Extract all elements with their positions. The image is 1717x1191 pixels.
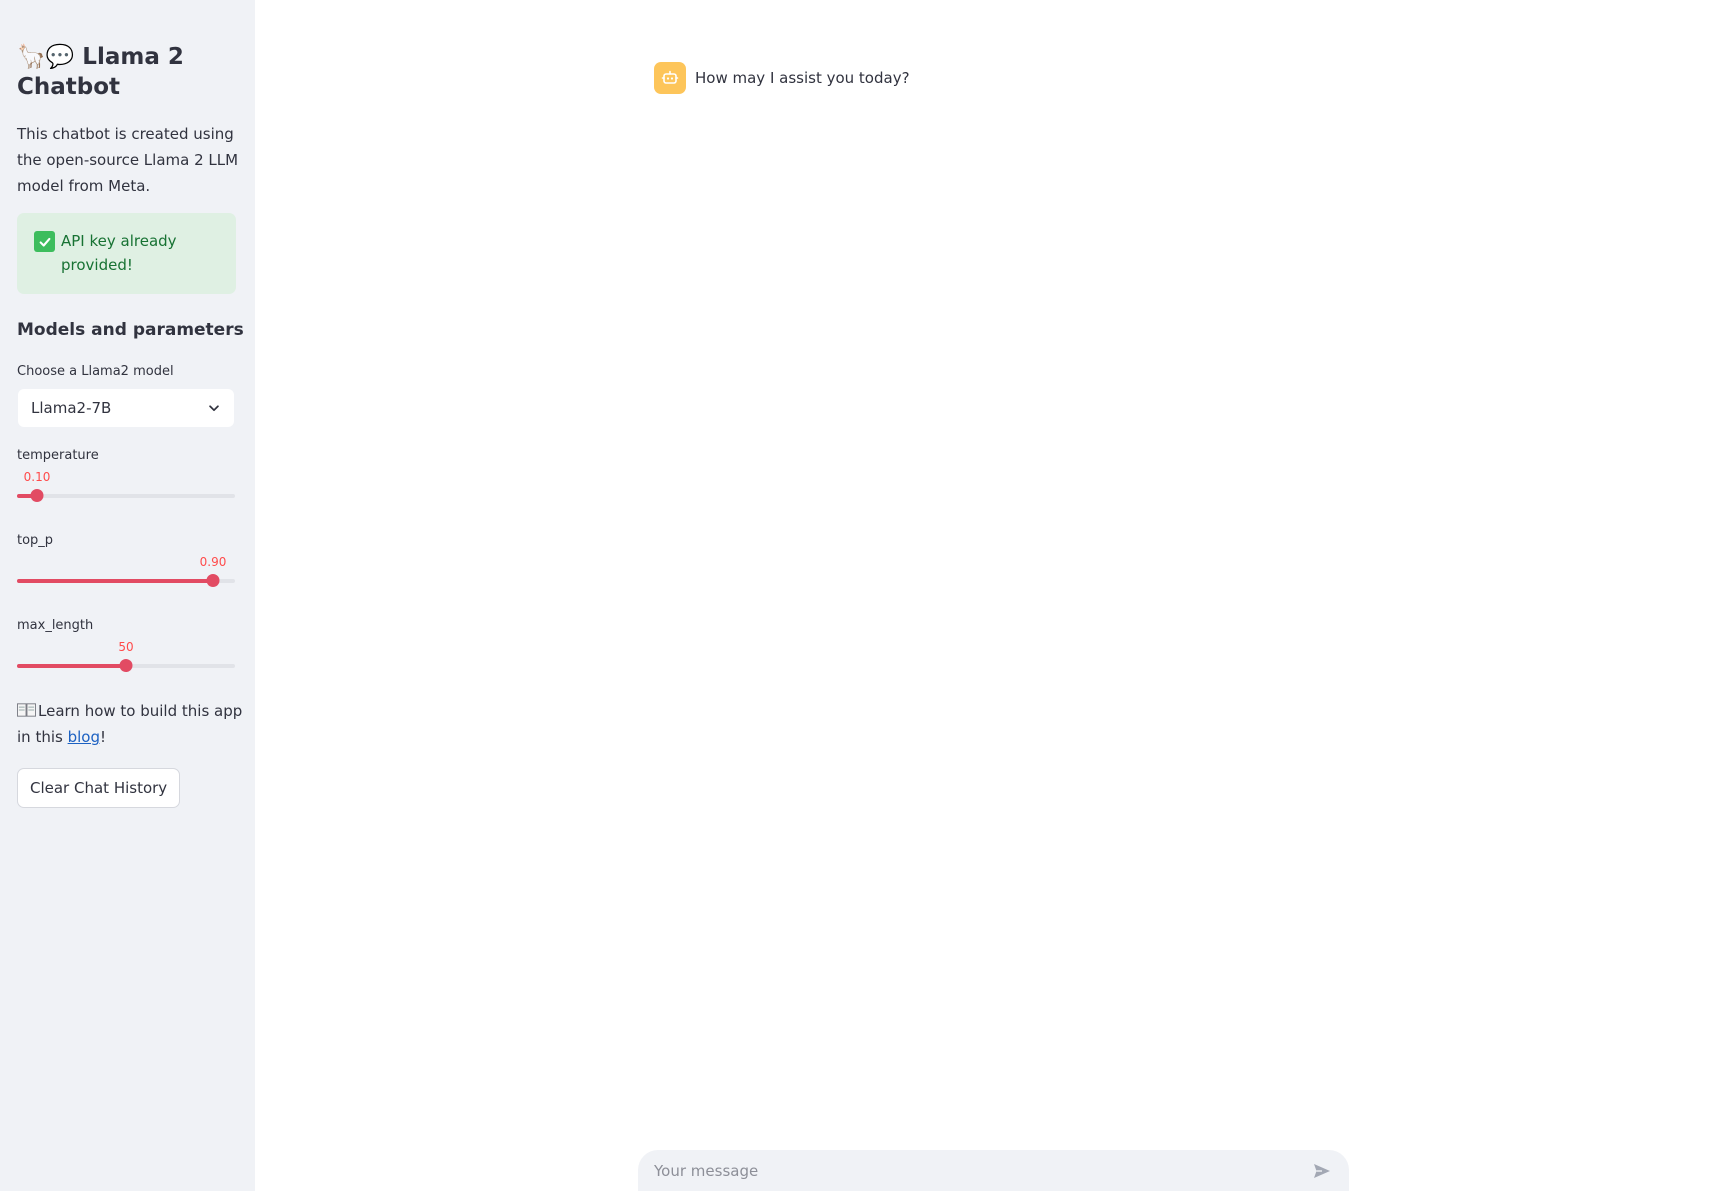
app-root: 🦙💬 Llama 2 Chatbot This chatbot is creat… (0, 0, 1717, 1191)
check-icon (34, 231, 55, 252)
app-description: This chatbot is created using the open-s… (17, 125, 239, 195)
slider-fill (17, 664, 126, 668)
bot-avatar (654, 62, 686, 94)
book-icon (17, 703, 36, 717)
temperature-label: temperature (17, 448, 99, 463)
max-length-slider[interactable]: 50 (17, 640, 235, 680)
top-p-label: top_p (17, 533, 54, 548)
blog-link[interactable]: blog (68, 728, 100, 746)
learn-prefix: Learn how to build this app in this (17, 702, 243, 746)
app-title: 🦙💬 Llama 2 Chatbot (17, 42, 242, 102)
model-select-label: Choose a Llama2 model (17, 364, 174, 379)
top-p-slider[interactable]: 0.90 (17, 555, 235, 595)
section-heading: Models and parameters (17, 320, 244, 340)
chat-input-bar (638, 1150, 1349, 1191)
learn-text: Learn how to build this app in this blog… (17, 698, 247, 750)
slider-value: 0.10 (23, 470, 51, 484)
send-icon (1314, 1163, 1330, 1178)
alert-text: API key already provided! (61, 232, 177, 274)
slider-track[interactable] (17, 494, 235, 498)
message-text: How may I assist you today? (695, 69, 910, 87)
slider-thumb[interactable] (206, 574, 220, 587)
clear-chat-button[interactable]: Clear Chat History (17, 768, 181, 808)
max-length-label: max_length (17, 618, 94, 633)
chat-message: How may I assist you today? (654, 62, 910, 94)
slider-value: 0.90 (199, 555, 227, 569)
chat-input[interactable] (654, 1161, 1311, 1180)
temperature-slider[interactable]: 0.10 (17, 470, 235, 510)
model-select-value: Llama2-7B (31, 399, 112, 417)
robot-icon (661, 70, 679, 84)
slider-value: 50 (118, 640, 134, 654)
send-button[interactable] (1311, 1160, 1333, 1182)
llama-chat-icon: 🦙💬 (17, 44, 75, 70)
learn-suffix: ! (99, 728, 106, 746)
success-alert: API key already provided! (17, 213, 236, 294)
slider-fill (17, 579, 213, 583)
chevron-down-icon (209, 405, 219, 412)
sidebar: 🦙💬 Llama 2 Chatbot This chatbot is creat… (0, 0, 255, 1191)
slider-thumb[interactable] (119, 659, 133, 672)
model-select[interactable]: Llama2-7B (17, 388, 235, 428)
slider-thumb[interactable] (30, 489, 44, 502)
